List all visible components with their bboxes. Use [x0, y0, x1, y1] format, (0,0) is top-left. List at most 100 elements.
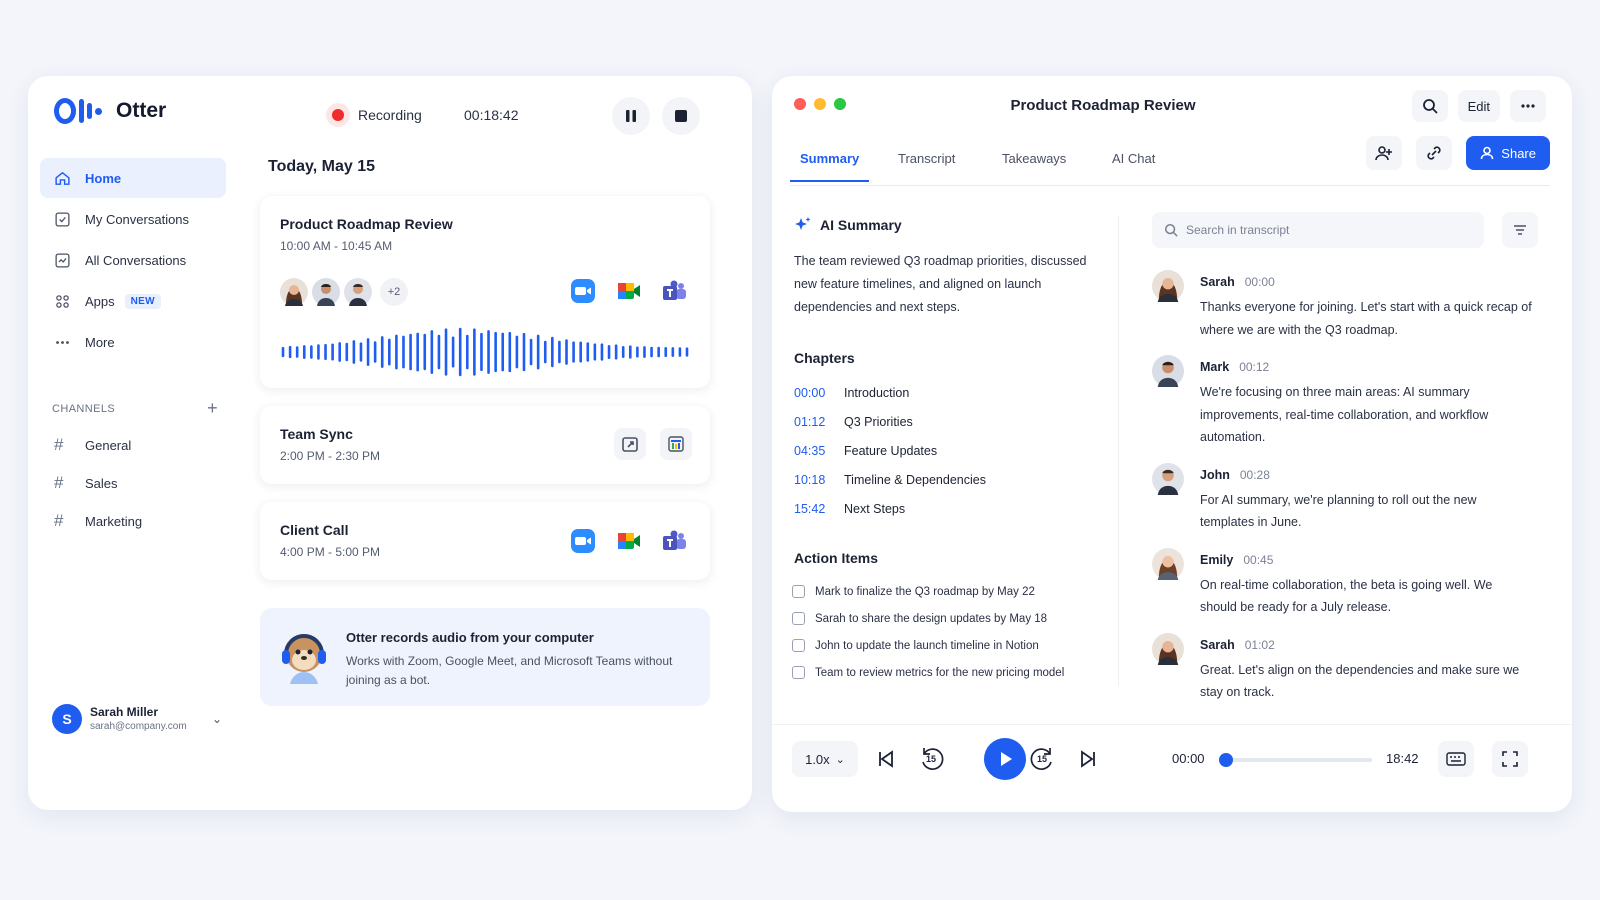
- speaker-timestamp: 00:00: [1244, 275, 1275, 289]
- avatar: [1152, 547, 1184, 580]
- playback-speed-button[interactable]: 1.0x ⌄: [792, 741, 858, 777]
- channels-header: CHANNELS +: [52, 398, 218, 419]
- channel-general[interactable]: # General: [40, 426, 226, 464]
- tab-takeaways[interactable]: Takeaways: [1002, 151, 1066, 181]
- participant-avatars: +2: [280, 278, 408, 306]
- hash-icon: #: [54, 473, 64, 492]
- zoom-icon[interactable]: [570, 528, 596, 554]
- chapter-item[interactable]: 01:12 Q3 Priorities: [794, 407, 1094, 436]
- share-button[interactable]: Share: [1466, 136, 1550, 170]
- user-icon: [1480, 146, 1494, 160]
- more-options-button[interactable]: [1510, 90, 1546, 122]
- chapters-heading: Chapters: [794, 350, 855, 366]
- chapter-item[interactable]: 00:00 Introduction: [794, 378, 1094, 407]
- recorder-window: Otter Home My Conversations All Conversa…: [28, 76, 752, 810]
- fullscreen-button[interactable]: [1492, 741, 1528, 777]
- transcript-entry[interactable]: Mark 00:12 We're focusing on three main a…: [1152, 355, 1532, 449]
- transcript-entry[interactable]: Sarah 01:02 Great. Let's align on the dep…: [1152, 632, 1532, 704]
- action-item-checkbox[interactable]: [792, 666, 805, 679]
- chapter-item[interactable]: 10:18 Timeline & Dependencies: [794, 465, 1094, 494]
- tab-ai-chat[interactable]: AI Chat: [1112, 151, 1155, 181]
- calendar-share-icon: [622, 437, 638, 452]
- promo-title: Otter records audio from your computer: [346, 630, 594, 645]
- search-button[interactable]: [1411, 90, 1448, 122]
- teams-icon[interactable]: [662, 528, 688, 554]
- stop-button[interactable]: [662, 97, 700, 135]
- search-icon: [1422, 99, 1438, 114]
- sidebar-item-my-conversations[interactable]: My Conversations: [40, 199, 226, 239]
- add-channel-icon[interactable]: +: [207, 398, 218, 419]
- conversation-tabs: Summary Transcript Takeaways AI Chat Sha…: [790, 136, 1550, 186]
- calendar-chart-icon: [668, 436, 684, 452]
- meeting-card-team-sync[interactable]: Team Sync 2:00 PM - 2:30 PM: [260, 406, 710, 484]
- teams-icon[interactable]: [662, 278, 688, 304]
- forward-button[interactable]: 15: [1026, 743, 1058, 775]
- sidebar-item-home[interactable]: Home: [40, 158, 226, 198]
- conversation-title: Product Roadmap Review: [1010, 97, 1196, 114]
- speaker-timestamp: 00:28: [1239, 467, 1270, 482]
- skip-previous-button[interactable]: [872, 745, 900, 773]
- channel-marketing[interactable]: # Marketing: [40, 502, 226, 540]
- skip-next-button[interactable]: [1074, 745, 1102, 773]
- speaker-name: Mark: [1200, 360, 1230, 374]
- transcript-text: Great. Let's align on the dependencies a…: [1200, 662, 1520, 700]
- chapter-item[interactable]: 04:35 Feature Updates: [794, 436, 1094, 465]
- more-participants-badge[interactable]: +2: [380, 278, 408, 306]
- playback-scrubber[interactable]: [1219, 753, 1372, 767]
- rewind-button[interactable]: 15: [916, 743, 948, 775]
- sidebar-item-apps[interactable]: Apps NEW: [40, 281, 226, 321]
- new-badge: NEW: [124, 293, 161, 309]
- meeting-app-icons: [570, 278, 688, 304]
- play-button[interactable]: [984, 738, 1026, 780]
- google-meet-icon[interactable]: [616, 278, 642, 304]
- meeting-app-icons: [614, 428, 692, 460]
- action-item-text: Mark to finalize the Q3 roadmap by May 2…: [815, 585, 1035, 598]
- edit-button[interactable]: Edit: [1457, 90, 1500, 122]
- total-time: 18:42: [1386, 751, 1419, 766]
- action-item-checkbox[interactable]: [792, 612, 805, 625]
- sidebar-item-more[interactable]: More: [40, 322, 226, 362]
- scrubber-handle[interactable]: [1219, 753, 1233, 767]
- pause-button[interactable]: [612, 97, 650, 135]
- speaker-name: Sarah: [1200, 637, 1235, 652]
- speaker-timestamp: 00:12: [1239, 360, 1270, 374]
- zoom-icon[interactable]: [570, 278, 596, 304]
- channel-label: General: [85, 437, 132, 453]
- tab-transcript[interactable]: Transcript: [898, 151, 955, 181]
- transcript-entry[interactable]: Emily 00:45 On real-time collaboration, t…: [1152, 547, 1532, 619]
- user-email: sarah@company.com: [90, 721, 187, 733]
- chapter-timestamp: 01:12: [794, 414, 826, 429]
- avatar: [1152, 462, 1184, 495]
- otter-logo[interactable]: Otter: [54, 98, 166, 124]
- action-item: Mark to finalize the Q3 roadmap by May 2…: [792, 578, 1092, 605]
- tab-summary[interactable]: Summary: [790, 151, 870, 182]
- user-menu[interactable]: S Sarah Miller sarah@company.com ⌄: [52, 704, 222, 734]
- conversation-window: Product Roadmap Review Edit Summary Tran…: [772, 76, 1572, 812]
- calendar-share-button[interactable]: [614, 428, 646, 460]
- chevron-down-icon: ⌄: [211, 712, 222, 726]
- action-item-checkbox[interactable]: [792, 639, 805, 652]
- chapter-title: Timeline & Dependencies: [844, 472, 986, 487]
- calendar-chart-button[interactable]: [660, 428, 692, 460]
- meeting-title: Product Roadmap Review: [280, 216, 453, 232]
- action-item-checkbox[interactable]: [792, 585, 805, 598]
- audio-waveform: [281, 327, 689, 377]
- channel-sales[interactable]: # Sales: [40, 464, 226, 502]
- transcript-entry[interactable]: John 00:28 For AI summary, we're planning…: [1152, 462, 1532, 534]
- transcript-entry[interactable]: Sarah 00:00 Thanks everyone for joining. …: [1152, 270, 1532, 341]
- transcript-search-input[interactable]: [1186, 223, 1456, 237]
- chapter-item[interactable]: 15:42 Next Steps: [794, 494, 1094, 523]
- sidebar: Otter Home My Conversations All Conversa…: [28, 76, 240, 782]
- speaker-name: Sarah: [1200, 275, 1235, 289]
- add-participant-button[interactable]: [1366, 136, 1403, 170]
- meeting-card-product-roadmap[interactable]: Product Roadmap Review 10:00 AM - 10:45 …: [260, 196, 710, 388]
- captions-button[interactable]: [1438, 741, 1474, 777]
- sidebar-item-all-conversations[interactable]: All Conversations: [40, 240, 226, 280]
- copy-link-button[interactable]: [1416, 136, 1453, 170]
- meeting-card-client-call[interactable]: Client Call 4:00 PM - 5:00 PM: [260, 502, 710, 580]
- google-meet-icon[interactable]: [616, 528, 642, 554]
- filter-button[interactable]: [1502, 212, 1538, 248]
- audio-player: 1.0x ⌄ 15 15 00:00 18:42: [772, 724, 1572, 812]
- avatar: [280, 278, 308, 306]
- app-name: Otter: [116, 99, 167, 122]
